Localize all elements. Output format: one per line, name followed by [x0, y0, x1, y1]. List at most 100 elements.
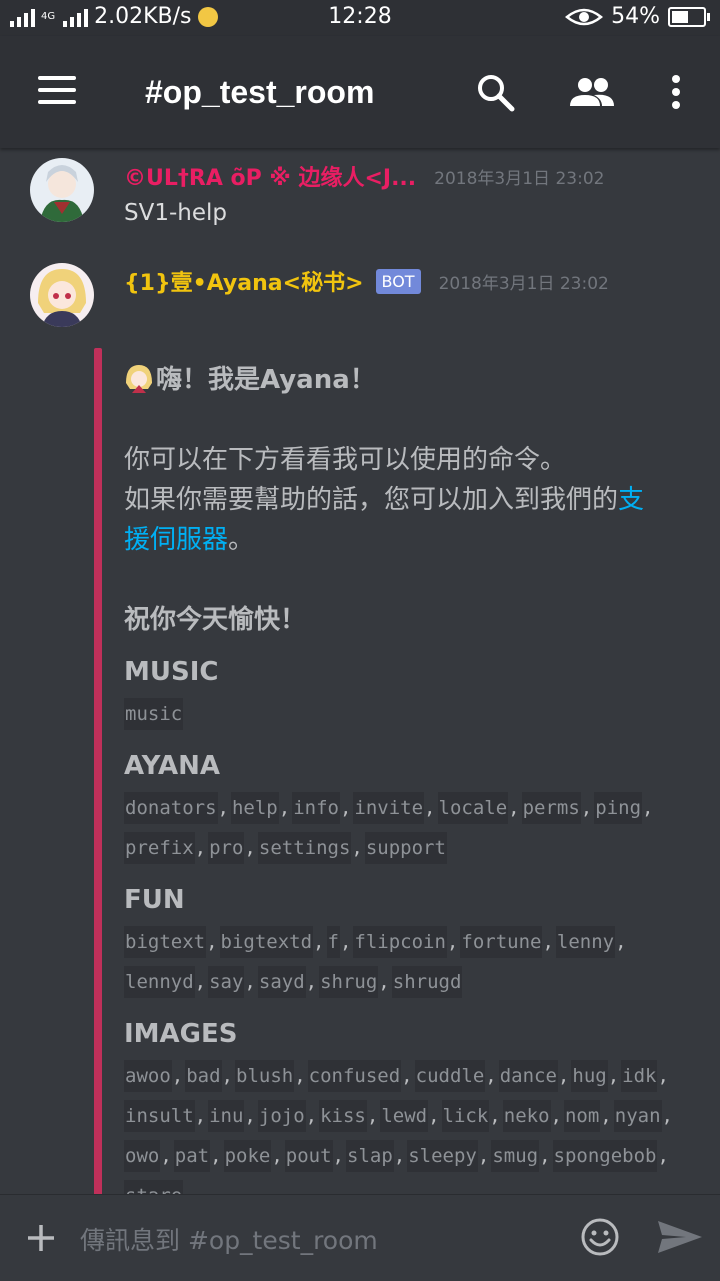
search-icon[interactable]: [475, 72, 515, 112]
command-separator: ,: [393, 1145, 406, 1167]
embed-line-3-text: 。: [228, 525, 255, 555]
command-separator: ,: [171, 1065, 184, 1087]
command-separator: ,: [351, 837, 363, 859]
command-chip: perms: [521, 792, 581, 824]
command-separator: ,: [271, 1145, 283, 1167]
bot-embed: 嗨！我是Ayana！ 你可以在下方看看我可以使用的命令。 如果你需要幫助的話，您…: [124, 360, 694, 1194]
command-separator: ,: [428, 1105, 440, 1127]
embed-greeting-row: 嗨！我是Ayana！: [124, 360, 694, 400]
command-separator: ,: [508, 797, 520, 819]
command-separator: ,: [294, 1065, 306, 1087]
message-text: SV1-help: [124, 200, 227, 226]
command-separator: ,: [657, 1065, 669, 1087]
embed-line-2: 如果你需要幫助的話，您可以加入到我們的支: [124, 480, 694, 520]
command-chip: lick: [441, 1100, 490, 1132]
command-chip: neko: [502, 1100, 551, 1132]
ayana-sticker-icon: [126, 365, 152, 393]
command-separator: ,: [305, 971, 318, 993]
command-separator: ,: [657, 1145, 669, 1167]
command-list: bigtext, bigtextd, f, flipcoin, fortune, lenn…: [124, 922, 694, 1002]
command-chip: fortune: [460, 926, 543, 958]
battery-percent: 54%: [611, 4, 660, 29]
command-separator: ,: [194, 1105, 207, 1127]
command-separator: ,: [557, 1065, 570, 1087]
command-separator: ,: [278, 797, 291, 819]
command-chip: help: [230, 792, 279, 824]
section-heading: IMAGES: [124, 1019, 238, 1049]
command-chip: shrugd: [391, 966, 463, 998]
command-separator: ,: [339, 797, 352, 819]
command-chip: ping: [594, 792, 643, 824]
command-sections: MUSIC music AYANA donators, help, info, invite…: [124, 654, 694, 1194]
embed-line-1: 你可以在下方看看我可以使用的命令。: [124, 445, 567, 475]
channel-title: #op_test_room: [145, 74, 375, 110]
command-chip: lenny: [555, 926, 616, 958]
command-chip: bigtext: [124, 926, 207, 958]
command-separator: ,: [600, 1105, 612, 1127]
command-chip: say: [208, 966, 245, 998]
command-separator: ,: [244, 837, 256, 859]
clock: 12:28: [328, 4, 392, 29]
command-separator: ,: [194, 837, 207, 859]
send-icon[interactable]: [656, 1217, 704, 1257]
command-chip: locale: [437, 792, 509, 824]
command-chip: info: [292, 792, 340, 824]
command-list: awoo, bad, blush, confused, cuddle, dance, hug…: [124, 1056, 694, 1194]
command-separator: ,: [305, 1105, 318, 1127]
command-chip: music: [124, 698, 184, 730]
command-chip: stare: [124, 1180, 184, 1194]
command-separator: ,: [217, 797, 229, 819]
command-separator: ,: [244, 1105, 256, 1127]
command-chip: kiss: [319, 1100, 367, 1132]
command-separator: ,: [194, 971, 207, 993]
command-chip: poke: [223, 1140, 272, 1172]
command-chip: donators: [124, 792, 218, 824]
command-separator: ,: [477, 1145, 490, 1167]
command-separator: ,: [366, 1105, 379, 1127]
avatar[interactable]: [30, 158, 94, 222]
members-icon[interactable]: [568, 72, 616, 112]
message-list[interactable]: ©UL†RA õP ※ 边缘人<J... 2018年3月1日 23:02 SV1…: [0, 148, 720, 1194]
command-separator: ,: [580, 797, 593, 819]
message-author[interactable]: {1}壹•Ayana<秘书>: [124, 265, 364, 297]
command-chip: shrug: [319, 966, 379, 998]
message-author[interactable]: ©UL†RA õP ※ 边缘人<J...: [124, 160, 416, 192]
embed-line-2-text: 如果你需要幫助的話，您可以加入到我們的: [124, 485, 619, 515]
command-separator: ,: [446, 931, 459, 953]
message-input-bar: 傳訊息到 #op_test_room: [0, 1194, 720, 1281]
command-separator: ,: [607, 1065, 620, 1087]
command-chip: spongebob: [552, 1140, 658, 1172]
support-server-link[interactable]: 支: [618, 485, 644, 515]
eye-icon: [565, 8, 604, 25]
more-vertical-icon[interactable]: [656, 72, 696, 112]
battery-icon: [668, 6, 710, 27]
command-chip: bigtextd: [219, 926, 314, 958]
bot-badge: BOT: [375, 268, 421, 294]
embed-greeting: 嗨！我是Ayana！: [156, 365, 376, 395]
command-chip: idk: [621, 1060, 658, 1092]
command-separator: ,: [206, 931, 218, 953]
section-heading: AYANA: [124, 751, 220, 781]
command-chip: pout: [284, 1140, 333, 1172]
support-server-link-cont[interactable]: 援伺服器: [124, 525, 228, 555]
command-separator: ,: [542, 931, 554, 953]
command-chip: lennyd: [124, 966, 195, 998]
emoji-icon[interactable]: [580, 1217, 620, 1257]
command-chip: prefix: [124, 832, 195, 864]
command-chip: sayd: [257, 966, 306, 998]
section-heading: MUSIC: [124, 657, 219, 687]
embed-wish: 祝你今天愉快！: [124, 605, 307, 635]
command-chip: invite: [353, 792, 425, 824]
command-chip: pat: [173, 1140, 211, 1172]
command-separator: ,: [642, 797, 654, 819]
command-separator: ,: [339, 931, 352, 953]
command-chip: nyan: [613, 1100, 662, 1132]
app-bar: #op_test_room: [0, 36, 720, 148]
message-input[interactable]: 傳訊息到 #op_test_room: [80, 1221, 378, 1257]
message-timestamp: 2018年3月1日 23:02: [434, 168, 605, 189]
menu-icon[interactable]: [38, 76, 76, 104]
command-separator: ,: [485, 1065, 497, 1087]
avatar[interactable]: [30, 263, 94, 327]
plus-icon[interactable]: [26, 1223, 56, 1253]
command-separator: ,: [332, 1145, 344, 1167]
